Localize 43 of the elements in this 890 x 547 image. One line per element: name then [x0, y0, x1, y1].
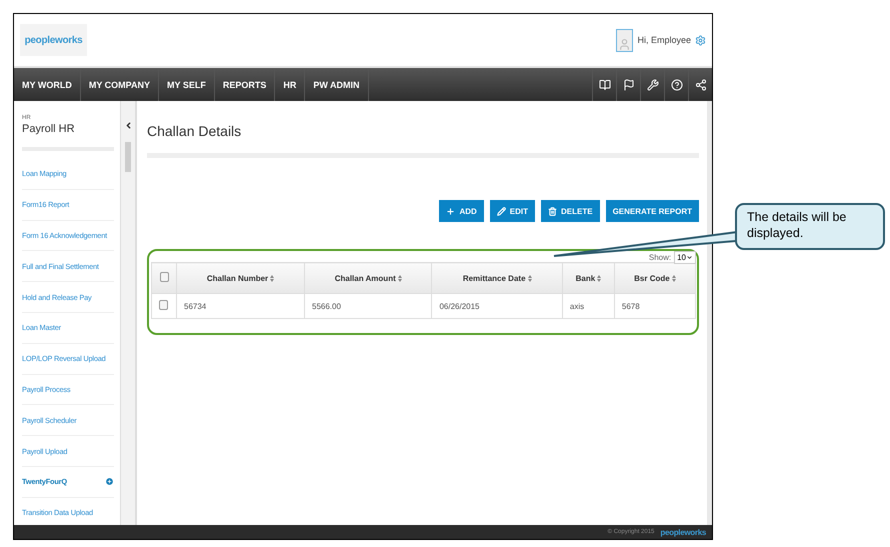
scrollbar-thumb[interactable] — [125, 142, 131, 172]
logo: peopleworks — [20, 24, 87, 56]
plus-icon — [446, 206, 456, 216]
dropdown-caret-icon — [686, 254, 693, 260]
pencil-icon — [496, 206, 506, 216]
table-cell: 56734 — [176, 294, 304, 318]
edit-button[interactable]: EDIT — [490, 200, 536, 222]
column-header[interactable]: Bank — [562, 262, 614, 294]
column-header[interactable]: Bsr Code — [614, 262, 696, 294]
sort-icon[interactable] — [597, 274, 602, 282]
sort-icon[interactable] — [398, 274, 402, 282]
trash-icon — [548, 206, 558, 216]
tools-icon — [646, 78, 658, 90]
page-size-select[interactable]: 10 — [674, 250, 696, 264]
footer-logo: peopleworks — [660, 528, 706, 536]
callout-note: The details will be displayed. — [735, 203, 885, 250]
sidebar-title: Payroll HR — [22, 123, 76, 135]
table-cell: 5678 — [614, 294, 696, 318]
table-cell: 5566.00 — [304, 294, 432, 318]
share-icon — [694, 78, 706, 90]
add-button[interactable]: ADD — [439, 200, 484, 222]
column-header[interactable]: Challan Number — [176, 262, 304, 294]
settings-icon[interactable] — [695, 34, 706, 46]
sort-icon[interactable] — [270, 274, 274, 282]
help-icon — [670, 78, 682, 90]
sort-icon[interactable] — [672, 274, 676, 282]
checkbox[interactable] — [160, 272, 168, 282]
show-label: Show: — [648, 252, 672, 262]
page-title: Challan Details — [147, 123, 242, 139]
flag-icon — [622, 78, 634, 90]
report-button[interactable]: GENERATE REPORT — [606, 200, 699, 222]
sort-icon[interactable] — [528, 274, 532, 282]
book-icon — [598, 78, 610, 90]
column-header[interactable]: Challan Amount — [304, 262, 432, 294]
collapse-icon[interactable] — [124, 121, 132, 130]
checkbox[interactable] — [159, 300, 168, 310]
table-cell: 06/26/2015 — [432, 294, 562, 318]
delete-button[interactable]: DELETE — [541, 200, 600, 222]
user-greeting: Hi, Employee — [637, 35, 691, 45]
table-cell: axis — [562, 294, 614, 318]
avatar-icon — [616, 28, 634, 52]
column-header[interactable]: Remittance Date — [432, 262, 562, 294]
plus-circle-icon — [105, 477, 114, 486]
